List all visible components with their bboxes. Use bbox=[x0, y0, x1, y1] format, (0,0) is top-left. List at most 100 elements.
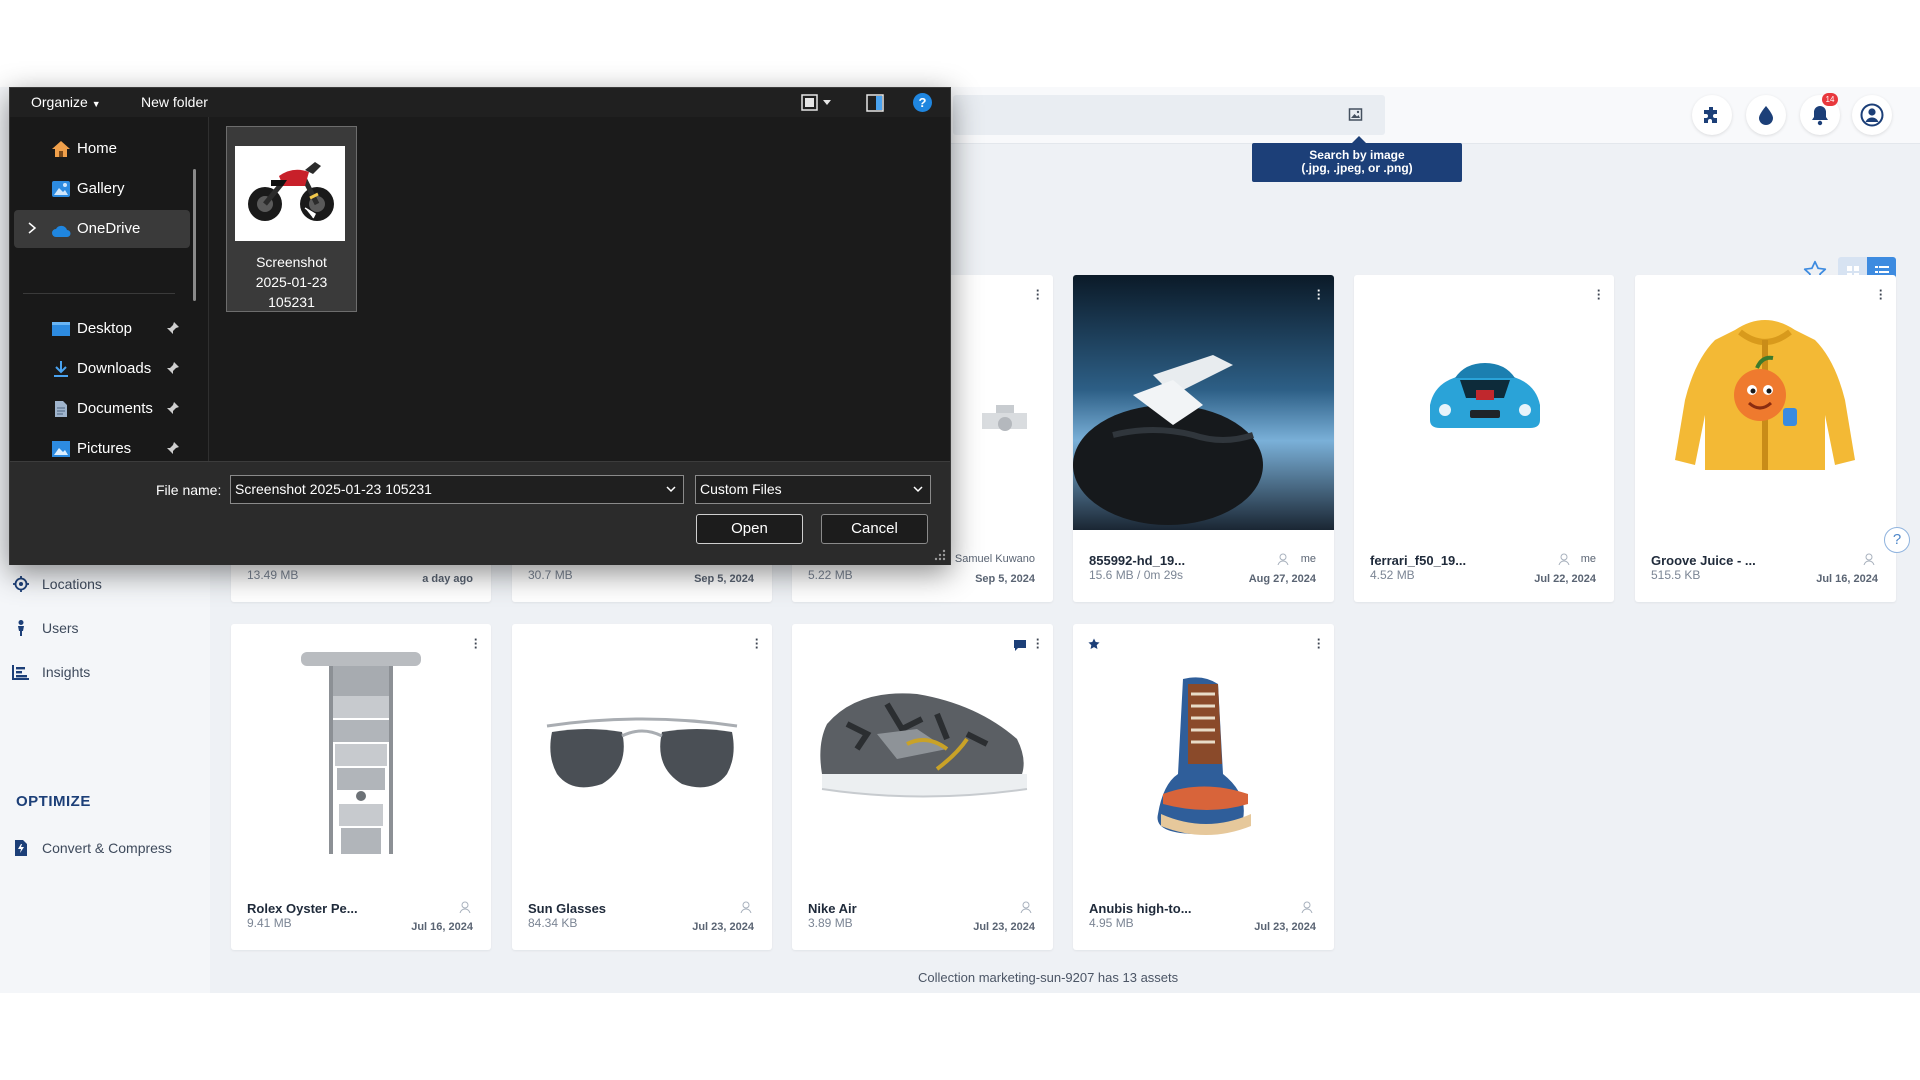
asset-size: 5.22 MB bbox=[808, 568, 853, 582]
help-icon[interactable]: ? bbox=[1884, 527, 1910, 553]
starred-icon[interactable] bbox=[1087, 637, 1101, 651]
sidebar-item-label: Locations bbox=[42, 576, 102, 592]
file-type-select[interactable]: Custom Files bbox=[695, 475, 931, 504]
pin-icon[interactable] bbox=[166, 401, 180, 415]
asset-card[interactable]: · · · Groove Juice - ... 515.5 KB Jul 16, … bbox=[1635, 275, 1896, 602]
cancel-button[interactable]: Cancel bbox=[821, 514, 928, 544]
asset-size: 9.41 MB bbox=[247, 916, 292, 930]
extensions-icon[interactable] bbox=[1692, 95, 1732, 135]
asset-size: 4.52 MB bbox=[1370, 568, 1415, 582]
owner-icon bbox=[1020, 901, 1032, 913]
card-menu-icon[interactable]: · · · bbox=[752, 633, 762, 654]
owner-icon bbox=[1301, 901, 1313, 913]
asset-size: 3.89 MB bbox=[808, 916, 853, 930]
chart-icon bbox=[12, 663, 30, 681]
card-menu-icon[interactable]: · · · bbox=[1876, 284, 1886, 305]
owner-icon bbox=[1558, 553, 1570, 565]
card-menu-icon[interactable]: · · · bbox=[471, 633, 481, 654]
search-bar[interactable] bbox=[953, 95, 1385, 135]
asset-date: a day ago bbox=[422, 573, 473, 585]
asset-size: 15.6 MB / 0m 29s bbox=[1089, 568, 1184, 582]
asset-date: Jul 16, 2024 bbox=[1816, 573, 1878, 585]
card-menu-icon[interactable]: · · · bbox=[1033, 633, 1043, 654]
asset-thumbnail bbox=[1430, 363, 1540, 428]
asset-date: Jul 23, 2024 bbox=[1254, 921, 1316, 933]
card-menu-icon[interactable]: · · · bbox=[1314, 284, 1324, 305]
view-options-icon[interactable] bbox=[801, 94, 831, 112]
asset-card[interactable]: · · · 855992-hd_19... me 15.6 MB / 0m 29s … bbox=[1073, 275, 1334, 602]
asset-date: Sep 5, 2024 bbox=[694, 573, 754, 585]
asset-card-partial[interactable]: 30.7 MB Sep 5, 2024 bbox=[512, 560, 772, 602]
resize-grip-icon[interactable] bbox=[934, 549, 946, 561]
nav-separator bbox=[23, 293, 175, 294]
file-name-input[interactable]: Screenshot 2025-01-23 105231 bbox=[230, 475, 684, 504]
dialog-toolbar: Organize ▼ New folder ? bbox=[10, 88, 950, 117]
notifications-bell-icon[interactable]: 14 bbox=[1800, 93, 1840, 135]
asset-thumbnail bbox=[546, 717, 738, 788]
asset-thumbnail bbox=[1157, 677, 1251, 835]
drop-icon[interactable] bbox=[1746, 95, 1786, 135]
nav-item-home[interactable]: Home bbox=[10, 130, 192, 168]
sidebar-item-convert-compress[interactable]: Convert & Compress bbox=[12, 836, 172, 860]
sidebar-item-insights[interactable]: Insights bbox=[12, 660, 90, 684]
asset-card-partial[interactable]: 13.49 MB a day ago bbox=[231, 560, 491, 602]
asset-size: 515.5 KB bbox=[1651, 568, 1701, 582]
image-search-icon[interactable] bbox=[1348, 107, 1363, 122]
tooltip-arrow bbox=[1352, 136, 1366, 143]
nav-scrollbar[interactable] bbox=[193, 169, 196, 301]
nav-item-downloads[interactable]: Downloads bbox=[10, 350, 192, 388]
asset-date: Jul 23, 2024 bbox=[692, 921, 754, 933]
sidebar-item-users[interactable]: Users bbox=[12, 616, 79, 640]
chevron-down-icon[interactable] bbox=[662, 480, 680, 498]
owner-icon bbox=[740, 901, 752, 913]
asset-card[interactable]: · · · Nike Air 3.89 MB Jul 23, 2024 bbox=[792, 624, 1053, 950]
chevron-down-icon[interactable] bbox=[909, 480, 927, 498]
navigation-pane: Home Gallery OneDrive Desktop Downloads bbox=[10, 117, 208, 461]
asset-card[interactable]: · · · Anubis high-to... 4.95 MB Jul 23, 20… bbox=[1073, 624, 1334, 950]
chevron-right-icon[interactable] bbox=[27, 221, 37, 235]
asset-size: 84.34 KB bbox=[528, 916, 578, 930]
card-menu-icon[interactable]: · · · bbox=[1594, 284, 1604, 305]
user-icon bbox=[12, 619, 30, 637]
file-item-selected[interactable]: Screenshot 2025-01-23 105231 bbox=[226, 126, 357, 312]
dialog-footer: File name: Screenshot 2025-01-23 105231 … bbox=[10, 461, 950, 565]
asset-title: Nike Air bbox=[808, 901, 857, 916]
asset-card[interactable]: · · · Rolex Oyster Pe... 9.41 MB Jul 16, 2… bbox=[231, 624, 491, 950]
new-folder-button[interactable]: New folder bbox=[141, 94, 208, 110]
pin-icon[interactable] bbox=[166, 441, 180, 455]
convert-icon bbox=[12, 839, 30, 857]
asset-title: ferrari_f50_19... bbox=[1370, 553, 1467, 568]
card-menu-icon[interactable]: · · · bbox=[1033, 284, 1043, 305]
preview-pane-icon[interactable] bbox=[866, 94, 884, 112]
pin-icon[interactable] bbox=[166, 321, 180, 335]
organize-menu[interactable]: Organize ▼ bbox=[31, 94, 101, 110]
pin-icon[interactable] bbox=[166, 361, 180, 375]
sidebar-item-locations[interactable]: Locations bbox=[12, 572, 102, 596]
file-name-label: File name: bbox=[156, 482, 222, 498]
asset-size: 30.7 MB bbox=[528, 568, 573, 582]
comment-icon[interactable] bbox=[1013, 638, 1027, 651]
nav-item-gallery[interactable]: Gallery bbox=[10, 170, 192, 208]
sidebar-item-label: Users bbox=[42, 620, 79, 636]
profile-avatar-icon[interactable] bbox=[1852, 95, 1892, 135]
card-menu-icon[interactable]: · · · bbox=[1314, 633, 1324, 654]
asset-thumbnail bbox=[820, 693, 1028, 798]
tooltip-subtitle: (.jpg, .jpeg, or .png) bbox=[1301, 161, 1413, 175]
nav-item-desktop[interactable]: Desktop bbox=[10, 310, 192, 348]
help-icon[interactable]: ? bbox=[913, 93, 932, 112]
video-thumbnail bbox=[1073, 275, 1334, 530]
asset-title: Rolex Oyster Pe... bbox=[247, 901, 358, 916]
motorcycle-thumbnail-icon bbox=[235, 146, 345, 241]
file-name-label: Screenshot 2025-01-23 105231 bbox=[255, 254, 328, 310]
asset-card[interactable]: · · · Sun Glasses 84.34 KB Jul 23, 2024 bbox=[512, 624, 772, 950]
collection-asset-count: Collection marketing-sun-9207 has 13 ass… bbox=[918, 970, 1179, 985]
nav-item-onedrive[interactable]: OneDrive bbox=[14, 210, 190, 248]
asset-date: Aug 27, 2024 bbox=[1248, 573, 1316, 585]
download-icon bbox=[54, 361, 68, 377]
optimize-section-heading: OPTIMIZE bbox=[16, 793, 91, 810]
nav-item-documents[interactable]: Documents bbox=[10, 390, 192, 428]
asset-card[interactable]: · · · ferrari_f50_19... me 4.52 MB Jul 22,… bbox=[1354, 275, 1614, 602]
asset-owner: me bbox=[1580, 553, 1596, 565]
asset-thumbnail bbox=[1675, 320, 1855, 470]
open-button[interactable]: Open bbox=[696, 514, 803, 544]
